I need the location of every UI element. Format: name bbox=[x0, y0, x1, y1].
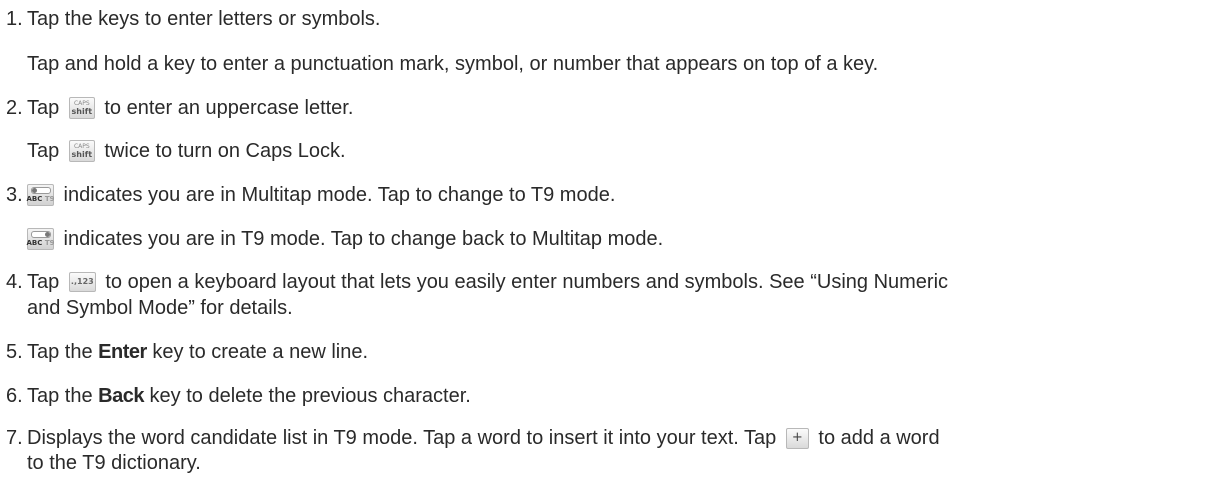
step-text: key to create a new line. bbox=[146, 341, 369, 363]
step-text: Tap bbox=[27, 97, 65, 119]
step-text: Tap the bbox=[27, 341, 99, 363]
multitap-mode-key-icon: ABC T9 bbox=[26, 184, 55, 206]
step-text: to add a word bbox=[812, 427, 940, 449]
step-text: twice to turn on Caps Lock. bbox=[98, 140, 346, 162]
step-2-line-1: 2. Tap CAPS shift to enter an uppercase … bbox=[0, 97, 353, 119]
step-number: 4. bbox=[6, 271, 23, 293]
step-number: 2. bbox=[6, 97, 23, 119]
step-5-line: 5. Tap the Enter key to create a new lin… bbox=[0, 341, 368, 363]
step-text: Tap the keys to enter letters or symbols… bbox=[27, 8, 381, 30]
step-number: 1. bbox=[6, 8, 23, 30]
shift-label: shift bbox=[71, 150, 93, 159]
mode-label: ABC bbox=[26, 239, 43, 247]
t9-mode-key-icon: ABC T9 bbox=[26, 228, 55, 250]
step-text: Tap the bbox=[27, 385, 99, 407]
step-text: to enter an uppercase letter. bbox=[98, 97, 354, 119]
step-3-line-1: 3. ABC T9 indicates you are in Multitap … bbox=[0, 184, 615, 206]
step-4-line-1: 4. Tap .,123 to open a keyboard layout t… bbox=[0, 271, 948, 293]
step-4-line-2: and Symbol Mode” for details. bbox=[0, 297, 293, 319]
step-text: indicates you are in T9 mode. Tap to cha… bbox=[58, 228, 664, 250]
step-text: to the T9 dictionary. bbox=[27, 452, 201, 474]
step-text: Tap bbox=[27, 271, 65, 293]
toggle-bar-icon bbox=[30, 231, 51, 238]
add-word-plus-icon: + bbox=[785, 427, 809, 449]
step-text: and Symbol Mode” for details. bbox=[27, 297, 293, 319]
step-text: Tap and hold a key to enter a punctuatio… bbox=[27, 53, 879, 75]
enter-key-label: Enter bbox=[98, 341, 147, 363]
step-number: 3. bbox=[6, 184, 23, 206]
step-number: 5. bbox=[6, 341, 23, 363]
back-key-label: Back bbox=[98, 385, 144, 407]
step-text: indicates you are in Multitap mode. Tap … bbox=[58, 184, 616, 206]
mode-label-dim: T9 bbox=[44, 195, 55, 203]
step-text: to open a keyboard layout that lets you … bbox=[99, 271, 949, 293]
toggle-bar-icon bbox=[30, 187, 51, 194]
step-6-line: 6. Tap the Back key to delete the previo… bbox=[0, 385, 471, 407]
step-7-line-2: to the T9 dictionary. bbox=[0, 452, 201, 474]
shift-label: shift bbox=[71, 107, 93, 116]
step-1-line-2: Tap and hold a key to enter a punctuatio… bbox=[0, 53, 878, 75]
mode-label-dim: T9 bbox=[44, 239, 55, 247]
caps-shift-key-icon: CAPS shift bbox=[68, 97, 95, 119]
step-text: Tap bbox=[27, 140, 65, 162]
mode-label: ABC bbox=[26, 195, 43, 203]
step-number: 7. bbox=[6, 427, 23, 449]
caps-shift-key-icon: CAPS shift bbox=[68, 140, 95, 162]
step-text: key to delete the previous character. bbox=[143, 385, 471, 407]
step-7-line-1: 7. Displays the word candidate list in T… bbox=[0, 427, 940, 449]
step-2-line-2: Tap CAPS shift twice to turn on Caps Loc… bbox=[0, 140, 346, 162]
step-number: 6. bbox=[6, 385, 23, 407]
step-3-line-2: ABC T9 indicates you are in T9 mode. Tap… bbox=[0, 228, 663, 250]
step-1-line-1: 1. Tap the keys to enter letters or symb… bbox=[0, 8, 381, 30]
step-text: Displays the word candidate list in T9 m… bbox=[27, 427, 782, 449]
numeric-key-icon: .,123 bbox=[68, 272, 96, 292]
